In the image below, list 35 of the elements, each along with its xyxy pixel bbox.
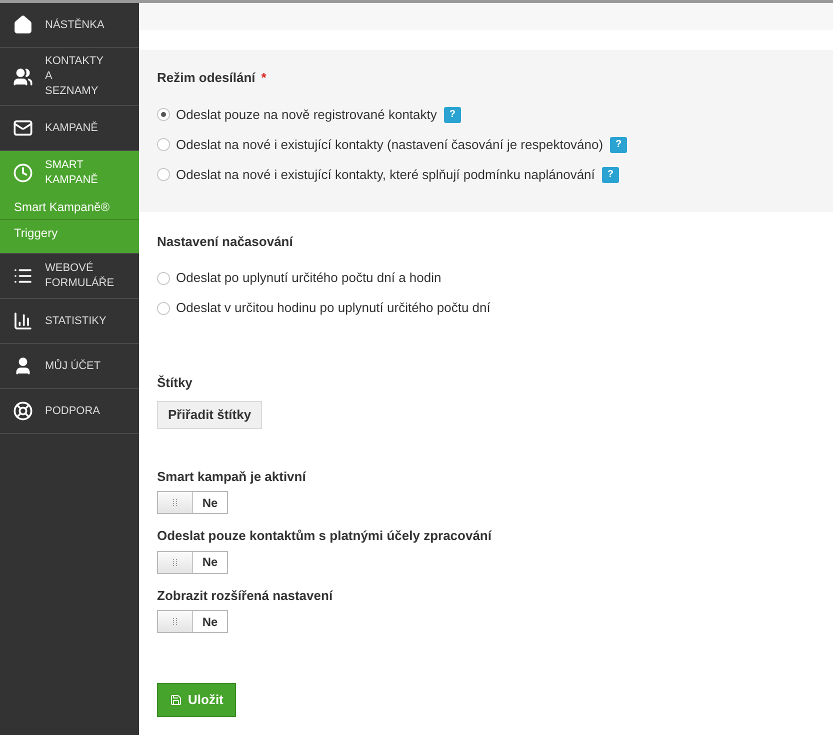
section-title: Nastavení načasování xyxy=(157,232,294,250)
toggle-switch[interactable]: Ne xyxy=(157,491,228,514)
lifebuoy-icon xyxy=(13,401,33,421)
sidebar-item[interactable]: PODPORA xyxy=(0,389,139,433)
toggle-label: Smart kampaň je aktivní xyxy=(157,468,308,486)
sidebar-item[interactable]: MŮJ ÚČET xyxy=(0,344,139,388)
radio-button[interactable] xyxy=(157,272,170,284)
sidebar-item[interactable]: KAMPANĚ xyxy=(0,106,139,150)
toggle-switch[interactable]: Ne xyxy=(157,610,228,633)
clock-icon xyxy=(13,163,33,183)
toggle-label: Odeslat pouze kontaktům s platnými účely zpracování xyxy=(157,527,493,545)
save-icon xyxy=(170,694,182,706)
radio-label: Odeslat po uplynutí určitého počtu dní a hodin xyxy=(176,269,442,288)
people-icon xyxy=(13,66,33,86)
sidebar-item[interactable]: NÁSTĚNKA xyxy=(0,3,139,47)
home-icon xyxy=(13,15,33,35)
radio-label: Odeslat v určitou hodinu po uplynutí určitého počtu dní xyxy=(176,299,490,318)
radio-button[interactable] xyxy=(157,302,170,314)
sidebar-item[interactable]: STATISTIKY xyxy=(0,299,139,343)
sidebar-item[interactable]: KONTAKTY A SEZNAMY xyxy=(0,48,139,105)
toggle-switch[interactable]: Ne xyxy=(157,550,228,574)
bar-chart-icon xyxy=(13,311,33,331)
radio-button[interactable] xyxy=(157,138,170,151)
radio-label: Odeslat pouze na nově registrované kontakty xyxy=(176,106,437,124)
radio-label: Odeslat na nové i existující kontakty, které splňují podmínku naplánování xyxy=(176,166,595,184)
required-mark: * xyxy=(261,69,266,87)
radio-button[interactable] xyxy=(157,168,170,181)
envelope-icon xyxy=(13,118,33,138)
assign-tags-button[interactable]: Přiřadit štítky xyxy=(157,400,262,428)
sidebar-item[interactable]: WEBOVÉ FORMULÁŘE xyxy=(0,254,139,298)
section-title: Štítky xyxy=(157,374,194,392)
toggle-label: Zobrazit rozšířená nastavení xyxy=(157,586,334,604)
radio-button[interactable] xyxy=(157,108,170,121)
section-title: Režim odesílání xyxy=(157,69,256,87)
radio-label: Odeslat na nové i existující kontakty (nastavení časování je respektováno) xyxy=(176,136,604,154)
